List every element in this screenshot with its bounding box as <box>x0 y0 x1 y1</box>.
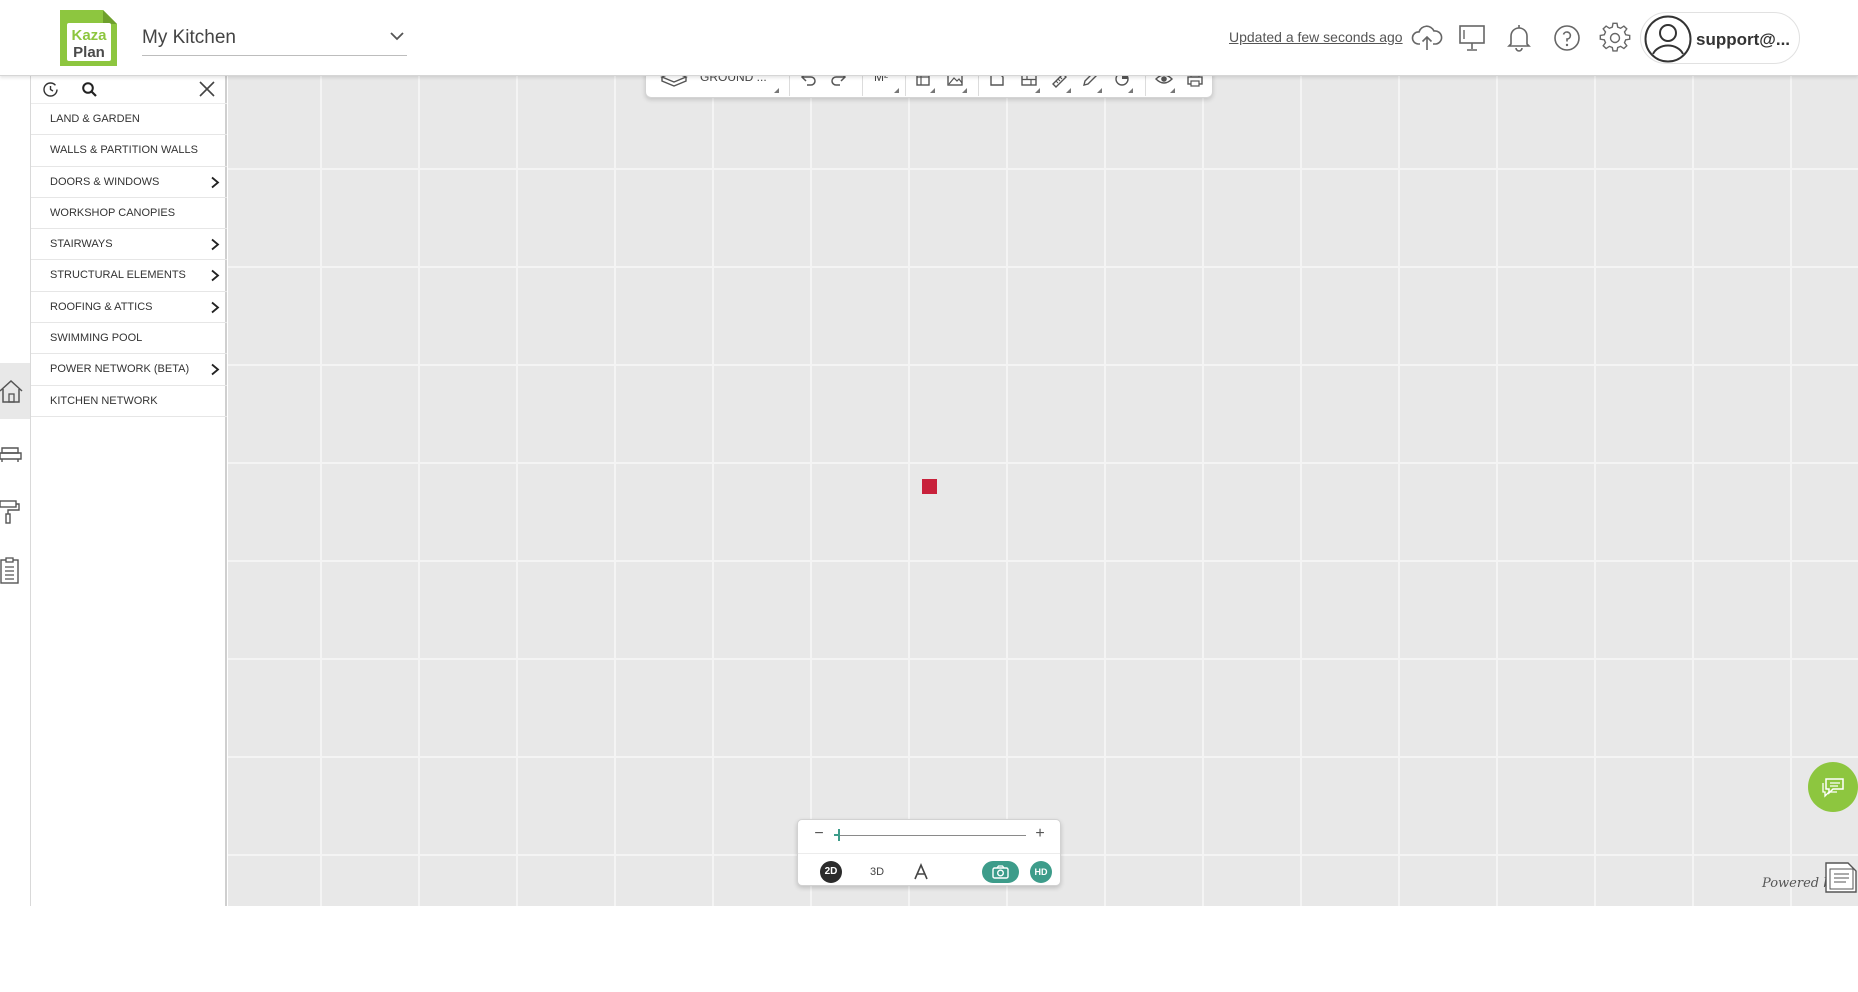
catalog-item[interactable]: POWER NETWORK (BETA) <box>31 354 227 386</box>
close-icon[interactable] <box>198 80 216 98</box>
visibility-corner <box>1170 88 1175 93</box>
project-name: My Kitchen <box>142 27 236 48</box>
catalog-item[interactable]: LAND & GARDEN <box>31 104 227 136</box>
presentation-icon[interactable] <box>1456 22 1488 54</box>
help-icon[interactable] <box>1551 22 1583 54</box>
catalog-item[interactable]: ROOFING & ATTICS <box>31 292 227 324</box>
paint-roller-icon <box>0 500 20 524</box>
app-header: Kaza Plan My Kitchen Updated a few secon… <box>0 0 1858 76</box>
level-dropdown-corner <box>774 88 779 93</box>
bell-icon[interactable] <box>1503 22 1535 54</box>
zoom-out-button[interactable]: − <box>812 825 826 843</box>
sofa-icon <box>0 447 22 462</box>
catalog-item-label: STRUCTURAL ELEMENTS <box>50 269 186 282</box>
cloud-upload-icon[interactable] <box>1411 22 1443 54</box>
catalog-item-label: POWER NETWORK (BETA) <box>50 363 190 376</box>
rail-item-list[interactable] <box>0 542 30 598</box>
draw-tool-corner <box>1097 88 1102 93</box>
plan-view-corner <box>930 88 935 93</box>
catalog-item[interactable]: DOORS & WINDOWS <box>31 167 227 198</box>
measure-tool-corner <box>1066 88 1071 93</box>
house-icon <box>0 379 23 403</box>
catalog-item-label: KITCHEN NETWORK <box>50 394 158 407</box>
photo-import-corner <box>962 88 967 93</box>
catalog-item[interactable]: WALLS & PARTITION WALLS <box>31 135 227 167</box>
chevron-down-icon <box>390 32 404 41</box>
view-controls: − + 2D 3D HD <box>797 819 1061 886</box>
catalog-item-label: LAND & GARDEN <box>50 113 140 125</box>
view-2d-button[interactable]: 2D <box>820 861 842 883</box>
catalog-item[interactable]: SWIMMING POOL <box>31 323 227 355</box>
user-menu[interactable]: support@... <box>1640 12 1800 64</box>
kazaplan-small-logo <box>1825 862 1857 893</box>
floor-plan-canvas[interactable] <box>228 76 1858 906</box>
zoom-slider[interactable] <box>834 829 1026 841</box>
wall-tool-corner <box>1035 88 1040 93</box>
user-name: support@... <box>1696 30 1791 49</box>
color-tool-corner <box>1128 88 1133 93</box>
clipboard-icon <box>0 557 19 584</box>
view-3d-button[interactable]: 3D <box>864 861 890 883</box>
category-rail <box>0 76 31 906</box>
catalog-item-label: DOORS & WINDOWS <box>50 175 160 188</box>
catalog-list: LAND & GARDEN WALLS & PARTITION WALLS DOOR… <box>31 104 227 417</box>
catalog-item-label: WALLS & PARTITION WALLS <box>50 144 198 157</box>
catalog-item-label: STAIRWAYS <box>50 238 113 251</box>
chevron-right-icon <box>211 238 220 251</box>
chevron-right-icon <box>211 301 220 313</box>
kazaplan-logo[interactable]: Kaza Plan <box>57 7 120 69</box>
catalog-item[interactable]: STRUCTURAL ELEMENTS <box>31 260 227 292</box>
history-icon[interactable] <box>42 81 59 98</box>
chat-icon <box>1822 778 1844 798</box>
screenshot-button[interactable] <box>982 861 1019 883</box>
camera-icon <box>992 865 1009 879</box>
svg-text:Kaza: Kaza <box>71 27 107 44</box>
rail-item-construction[interactable] <box>0 363 30 419</box>
catalog-panel: LAND & GARDEN WALLS & PARTITION WALLS DOOR… <box>31 76 227 906</box>
origin-marker[interactable] <box>922 479 937 494</box>
catalog-item[interactable]: WORKSHOP CANOPIES <box>31 198 227 230</box>
zoom-slider-thumb[interactable] <box>837 829 840 841</box>
hd-render-button[interactable]: HD <box>1030 861 1052 883</box>
catalog-item-label: WORKSHOP CANOPIES <box>50 206 176 219</box>
chat-button[interactable] <box>1808 762 1858 812</box>
zoom-in-button[interactable]: + <box>1033 825 1047 843</box>
updated-status-link[interactable]: Updated a few seconds ago <box>1229 29 1403 45</box>
user-avatar-icon <box>1644 15 1692 63</box>
chevron-right-icon <box>211 364 220 376</box>
chevron-right-icon <box>211 270 220 282</box>
rail-item-furniture[interactable] <box>0 423 30 479</box>
text-annotation-icon[interactable] <box>912 862 930 882</box>
catalog-toolbar <box>31 76 227 104</box>
svg-text:Plan: Plan <box>73 44 105 61</box>
gear-icon[interactable] <box>1599 22 1631 54</box>
catalog-item[interactable]: STAIRWAYS <box>31 229 227 261</box>
catalog-item[interactable]: KITCHEN NETWORK <box>31 386 227 417</box>
project-select[interactable]: My Kitchen <box>142 18 407 56</box>
search-icon[interactable] <box>81 81 98 98</box>
view-controls-divider <box>798 853 1060 854</box>
unit-dropdown-corner <box>894 88 899 93</box>
catalog-item-label: ROOFING & ATTICS <box>50 300 153 313</box>
rail-item-decoration[interactable] <box>0 482 30 538</box>
chevron-right-icon <box>211 176 220 188</box>
catalog-item-label: SWIMMING POOL <box>50 332 143 345</box>
